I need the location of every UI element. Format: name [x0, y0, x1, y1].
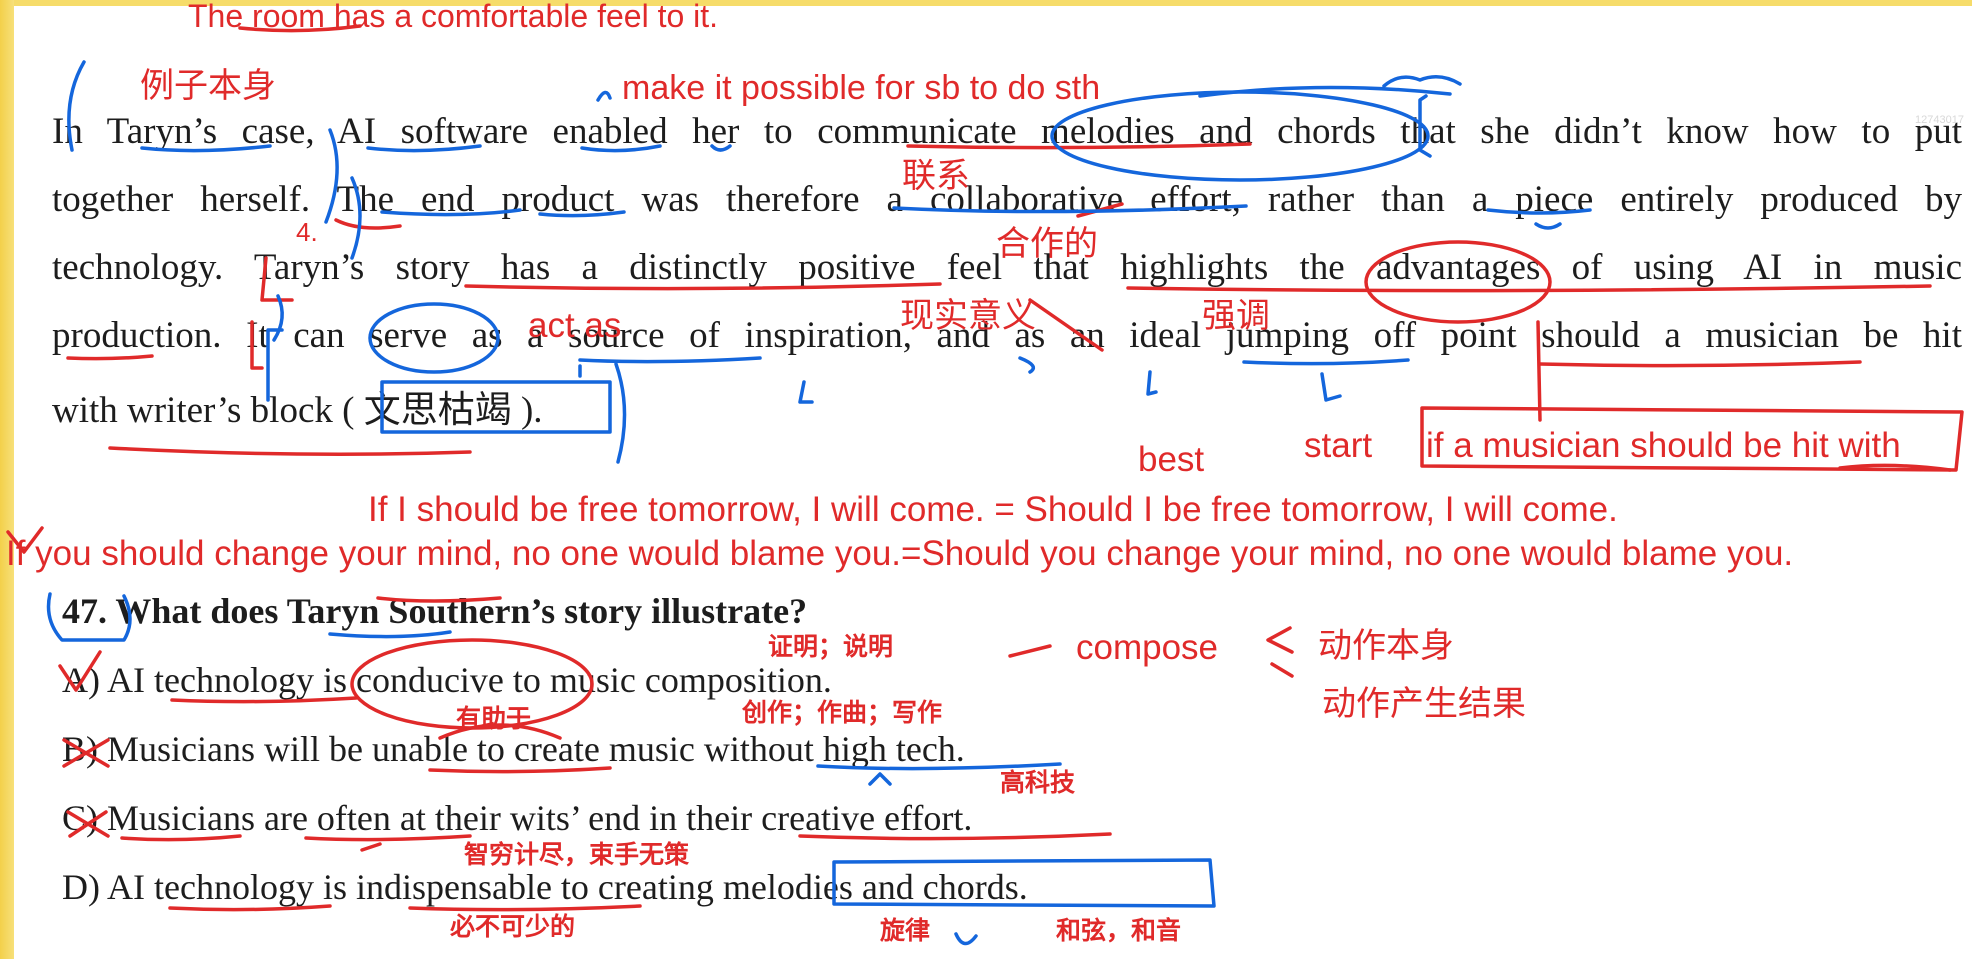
- annotation-make-possible: make it possible for sb to do sth: [622, 69, 1101, 107]
- annotation-number-4: 4.: [296, 217, 318, 247]
- annotation-start: start: [1304, 426, 1373, 465]
- annotation-best: best: [1138, 440, 1205, 479]
- annotation-compose: compose: [1076, 628, 1219, 667]
- annotation-act-as: act as: [528, 306, 622, 345]
- annotation-practical-meaning: 现实意义: [900, 296, 1036, 336]
- watermark-id: 12743017: [1915, 114, 1964, 126]
- annotation-beneficial: 有助于: [456, 704, 532, 733]
- annotation-prove-explain: 证明；说明: [768, 632, 894, 661]
- annotation-emphasize: 强调: [1202, 296, 1270, 336]
- annotation-action-result: 动作产生结果: [1322, 684, 1526, 724]
- annotation-melody: 旋律: [880, 916, 931, 945]
- annotation-example-2: If you should change your mind, no one w…: [6, 534, 1794, 573]
- annotation-create-compose-write: 创作；作曲；写作: [742, 698, 943, 727]
- annotation-connect: 联系: [902, 156, 970, 196]
- annotation-chords: 和弦，和音: [1056, 916, 1182, 945]
- annotations: The room has a comfortable feel to it. 例…: [0, 0, 1972, 959]
- annotation-cooperative: 合作的: [996, 224, 1098, 264]
- annotation-wits-end: 智穷计尽，束手无策: [464, 840, 690, 869]
- annotation-indispensable: 必不可少的: [450, 912, 576, 941]
- annotation-action-itself: 动作本身: [1318, 626, 1454, 666]
- annotation-if-musician: if a musician should be hit with: [1426, 426, 1901, 465]
- annotation-high-tech: 高科技: [1000, 768, 1076, 797]
- annotation-top-sentence: The room has a comfortable feel to it.: [188, 0, 719, 34]
- annotation-example-1: If I should be free tomorrow, I will com…: [368, 490, 1618, 529]
- annotation-example-itself: 例子本身: [140, 66, 276, 106]
